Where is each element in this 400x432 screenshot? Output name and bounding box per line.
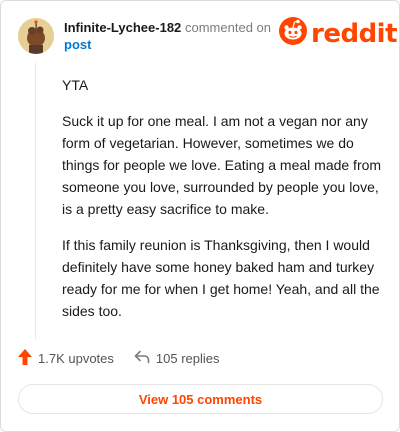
comment-paragraph: YTA bbox=[62, 77, 89, 93]
reply-count: 105 replies bbox=[155, 351, 220, 366]
avatar-icon[interactable] bbox=[18, 18, 54, 54]
post-link[interactable]: post bbox=[64, 37, 91, 52]
comment-paragraph: Suck it up for one meal. I am not a vega… bbox=[62, 113, 382, 217]
reddit-snoo-icon bbox=[279, 17, 307, 50]
comment-body: YTA Suck it up for one meal. I am not a … bbox=[62, 74, 384, 336]
reddit-logo: reddit bbox=[279, 17, 398, 50]
username[interactable]: Infinite-Lychee-182 bbox=[64, 20, 181, 35]
reddit-wordmark: reddit bbox=[311, 18, 398, 49]
reply-button[interactable]: 105 replies bbox=[134, 350, 220, 367]
upvote-count: 1.7K upvotes bbox=[38, 351, 114, 366]
upvote-arrow-icon[interactable] bbox=[18, 349, 32, 368]
comment-card: Infinite-Lychee-182 commented on post re… bbox=[0, 0, 400, 432]
view-comments-button[interactable]: View 105 comments bbox=[18, 384, 383, 414]
comment-actions: 1.7K upvotes 105 replies bbox=[18, 349, 220, 368]
comment-paragraph: If this family reunion is Thanksgiving, … bbox=[62, 237, 380, 319]
upvote-button[interactable]: 1.7K upvotes bbox=[18, 349, 114, 368]
thread-line[interactable] bbox=[35, 63, 36, 339]
reply-arrow-icon[interactable] bbox=[134, 350, 150, 367]
commented-on-text: commented on bbox=[185, 20, 271, 35]
